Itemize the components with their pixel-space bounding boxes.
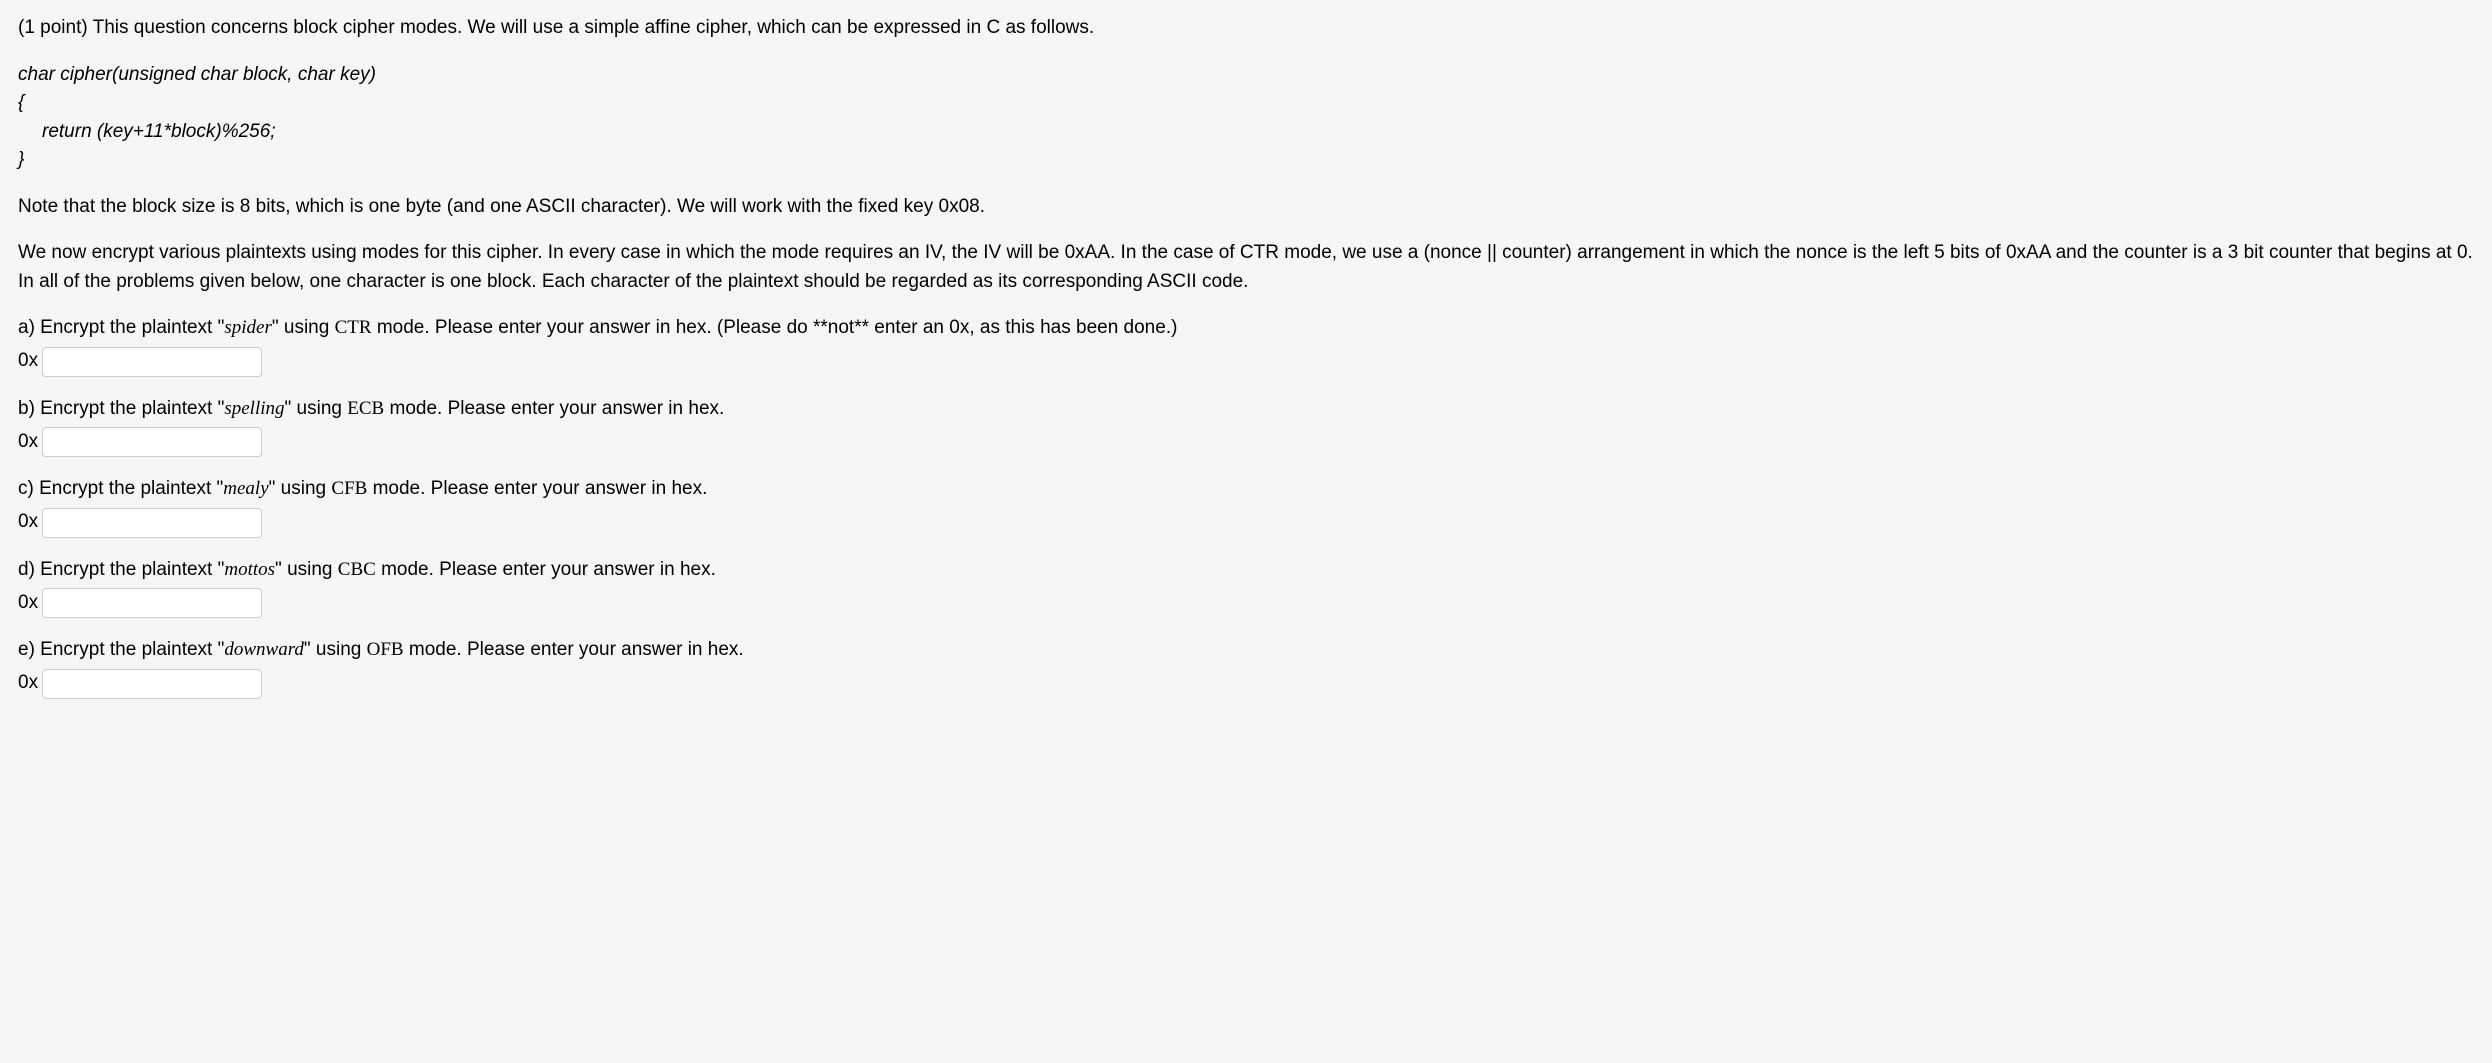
hex-prefix: 0x — [18, 347, 38, 376]
sub-a-pre: Encrypt the plaintext " — [35, 317, 224, 338]
hex-prefix: 0x — [18, 589, 38, 618]
sub-e-answer-row: 0x — [18, 669, 2474, 699]
sub-question-c: c) Encrypt the plaintext "mealy" using C… — [18, 475, 2474, 538]
sub-d-input[interactable] — [42, 588, 262, 618]
sub-c-pre: Encrypt the plaintext " — [34, 478, 223, 499]
sub-d-mid: " using — [275, 559, 338, 580]
sub-d-label: d) — [18, 559, 35, 580]
sub-e-mode: OFB — [367, 639, 404, 660]
sub-d-prompt: d) Encrypt the plaintext "mottos" using … — [18, 556, 2474, 585]
sub-a-word: spider — [224, 317, 272, 338]
sub-b-label: b) — [18, 398, 35, 419]
code-body: return (key+11*block)%256; — [42, 121, 276, 142]
sub-e-prompt: e) Encrypt the plaintext "downward" usin… — [18, 636, 2474, 665]
sub-c-label: c) — [18, 478, 34, 499]
sub-d-mode: CBC — [338, 559, 376, 580]
code-close-brace: } — [18, 146, 2474, 175]
sub-e-word: downward — [224, 639, 304, 660]
sub-c-mode: CFB — [331, 478, 367, 499]
code-open-brace: { — [18, 89, 2474, 118]
sub-b-mid: " using — [285, 398, 348, 419]
intro-paragraph: (1 point) This question concerns block c… — [18, 14, 2474, 43]
hex-prefix: 0x — [18, 669, 38, 698]
sub-e-post: mode. Please enter your answer in hex. — [404, 639, 744, 660]
sub-a-post: mode. Please enter your answer in hex. (… — [372, 317, 1178, 338]
sub-c-prompt: c) Encrypt the plaintext "mealy" using C… — [18, 475, 2474, 504]
intro-text: This question concerns block cipher mode… — [88, 17, 1094, 38]
sub-e-mid: " using — [304, 639, 367, 660]
sub-d-post: mode. Please enter your answer in hex. — [376, 559, 716, 580]
points-label: (1 point) — [18, 17, 88, 38]
code-block: char cipher(unsigned char block, char ke… — [18, 61, 2474, 175]
sub-d-pre: Encrypt the plaintext " — [35, 559, 224, 580]
sub-a-prompt: a) Encrypt the plaintext "spider" using … — [18, 314, 2474, 343]
sub-question-e: e) Encrypt the plaintext "downward" usin… — [18, 636, 2474, 699]
sub-a-input[interactable] — [42, 347, 262, 377]
sub-e-pre: Encrypt the plaintext " — [35, 639, 224, 660]
sub-a-answer-row: 0x — [18, 347, 2474, 377]
sub-c-input[interactable] — [42, 508, 262, 538]
sub-a-label: a) — [18, 317, 35, 338]
sub-question-a: a) Encrypt the plaintext "spider" using … — [18, 314, 2474, 377]
sub-e-input[interactable] — [42, 669, 262, 699]
sub-a-mid: " using — [272, 317, 335, 338]
sub-e-label: e) — [18, 639, 35, 660]
sub-c-mid: " using — [269, 478, 332, 499]
code-body-line: return (key+11*block)%256; — [18, 118, 2474, 147]
hex-prefix: 0x — [18, 428, 38, 457]
sub-b-mode: ECB — [347, 398, 384, 419]
code-signature: char cipher(unsigned char block, char ke… — [18, 61, 2474, 90]
sub-b-pre: Encrypt the plaintext " — [35, 398, 224, 419]
note-paragraph: Note that the block size is 8 bits, whic… — [18, 193, 2474, 222]
sub-b-word: spelling — [224, 398, 284, 419]
hex-prefix: 0x — [18, 508, 38, 537]
sub-c-post: mode. Please enter your answer in hex. — [367, 478, 707, 499]
sub-b-answer-row: 0x — [18, 427, 2474, 457]
description-paragraph: We now encrypt various plaintexts using … — [18, 239, 2474, 296]
sub-c-answer-row: 0x — [18, 508, 2474, 538]
sub-question-b: b) Encrypt the plaintext "spelling" usin… — [18, 395, 2474, 458]
sub-a-mode: CTR — [335, 317, 372, 338]
sub-d-answer-row: 0x — [18, 588, 2474, 618]
question-container: (1 point) This question concerns block c… — [18, 14, 2474, 699]
sub-b-prompt: b) Encrypt the plaintext "spelling" usin… — [18, 395, 2474, 424]
sub-d-word: mottos — [224, 559, 275, 580]
sub-b-post: mode. Please enter your answer in hex. — [384, 398, 724, 419]
sub-c-word: mealy — [223, 478, 268, 499]
sub-question-d: d) Encrypt the plaintext "mottos" using … — [18, 556, 2474, 619]
sub-b-input[interactable] — [42, 427, 262, 457]
